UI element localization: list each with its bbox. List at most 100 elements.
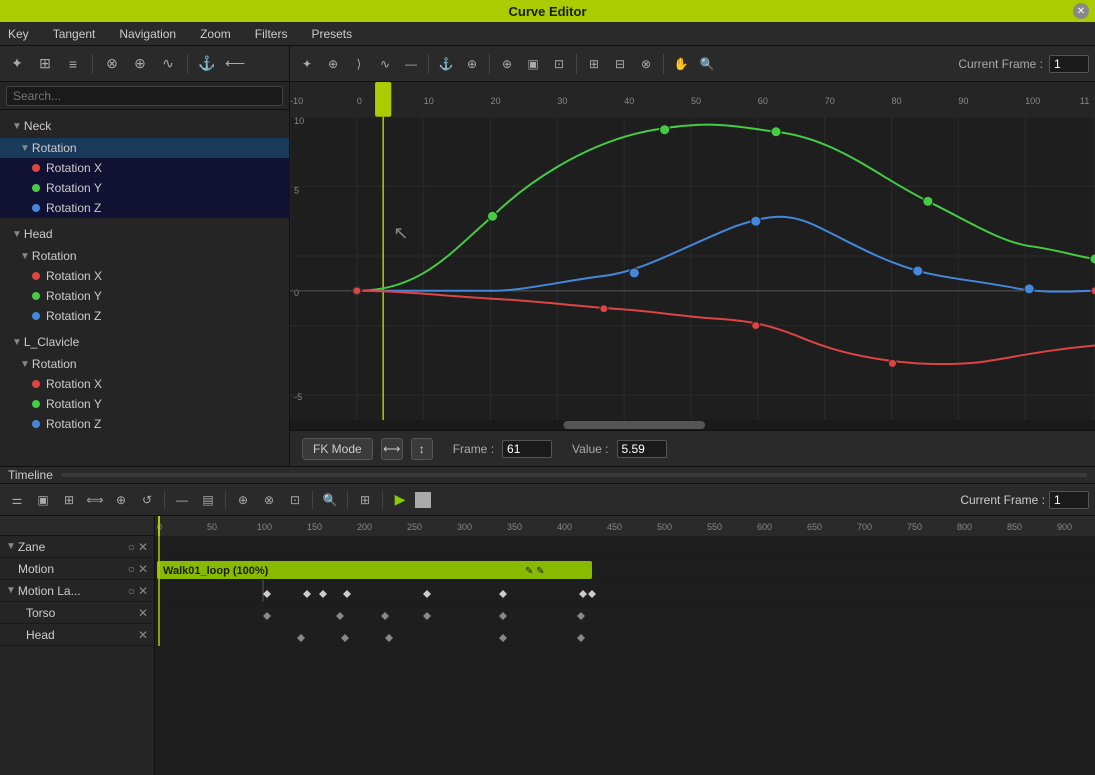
svg-text:500: 500	[657, 522, 672, 532]
tree-row-l-clavicle[interactable]: ▼ L_Clavicle	[0, 332, 289, 352]
tree-row-neck-rot-x[interactable]: Rotation X	[0, 158, 289, 178]
motion-circle-icon[interactable]: ○	[128, 562, 135, 576]
curve-canvas-area[interactable]: -10 0 10 20 30 40 50 60 70 80 90 100 11 …	[290, 82, 1095, 430]
value-input[interactable]	[617, 440, 667, 458]
tree-row-l-clav-rot-z[interactable]: Rotation Z	[0, 414, 289, 434]
track-motion-la: ▼ Motion La... ○ ✕	[0, 580, 154, 602]
fk-mode-button[interactable]: FK Mode	[302, 438, 373, 460]
smooth-tangent-icon[interactable]: ∿	[374, 53, 396, 75]
play-button[interactable]: ▶	[389, 489, 411, 511]
menu-navigation[interactable]: Navigation	[115, 25, 180, 43]
cf-input[interactable]	[1049, 491, 1089, 509]
current-frame-input[interactable]	[1049, 55, 1089, 73]
head-rot-arrow[interactable]: ▼	[20, 251, 30, 262]
stop-button[interactable]	[415, 492, 431, 508]
anchor-icon[interactable]: ⚓	[196, 53, 218, 75]
cs-icon2[interactable]: ↕	[411, 438, 433, 460]
anchor-key-icon[interactable]: ⚓	[435, 53, 457, 75]
motion-la-close-icon[interactable]: ✕	[138, 584, 148, 598]
zane-close-icon[interactable]: ✕	[138, 540, 148, 554]
crosshair-icon[interactable]: ⊕	[496, 53, 518, 75]
tree-row-l-clav-rotation[interactable]: ▼ Rotation	[0, 354, 289, 374]
zane-arrow[interactable]: ▼	[6, 541, 16, 552]
motion-la-arrow[interactable]: ▼	[6, 585, 16, 596]
zoom-fit-icon[interactable]: ⊞	[583, 53, 605, 75]
menu-tangent[interactable]: Tangent	[49, 25, 100, 43]
add-key-icon[interactable]: ⊕	[322, 53, 344, 75]
fit-icon[interactable]: ⊡	[548, 53, 570, 75]
tree-row-head-rot-z[interactable]: Rotation Z	[0, 306, 289, 326]
tree-row-head[interactable]: ▼ Head	[0, 224, 289, 244]
select-tool-icon[interactable]: ✦	[6, 53, 28, 75]
tl-sep5	[382, 491, 383, 509]
tree-row-l-clav-rot-x[interactable]: Rotation X	[0, 374, 289, 394]
tl-motion-icon[interactable]: ▤	[197, 489, 219, 511]
tl-zoom-icon[interactable]: 🔍	[319, 489, 341, 511]
svg-text:50: 50	[691, 96, 701, 106]
tree-row-neck-rotation[interactable]: ▼ Rotation	[0, 138, 289, 158]
tl-export-icon[interactable]: ⊞	[354, 489, 376, 511]
close-button[interactable]: ✕	[1073, 3, 1089, 19]
split-icon[interactable]: ⊕	[129, 53, 151, 75]
tree-row-head-rot-x[interactable]: Rotation X	[0, 266, 289, 286]
tl-add-icon[interactable]: ⊕	[110, 489, 132, 511]
tl-splitclip-icon[interactable]: ⊗	[258, 489, 280, 511]
tree-row-neck-rot-y[interactable]: Rotation Y	[0, 178, 289, 198]
neck-rot-arrow[interactable]: ▼	[20, 143, 30, 154]
tangent-break-icon[interactable]: ⊗	[635, 53, 657, 75]
tree-row-head-rotation[interactable]: ▼ Rotation	[0, 246, 289, 266]
menu-zoom[interactable]: Zoom	[196, 25, 235, 43]
tree-item-l-clav-rotation: ▼ Rotation Rotation X Rotation Y	[0, 352, 289, 436]
tl-rotate-icon[interactable]: ↺	[136, 489, 158, 511]
timeline-toolbar: ⚌ ▣ ⊞ ⟺ ⊕ ↺ — ▤ ⊕ ⊗ ⊡ 🔍 ⊞ ▶ Current Fram…	[0, 484, 1095, 516]
head-arrow[interactable]: ▼	[12, 229, 22, 240]
neck-arrow[interactable]: ▼	[12, 121, 22, 132]
cs-icon1[interactable]: ⟷	[381, 438, 403, 460]
zane-circle-icon[interactable]: ○	[128, 540, 135, 554]
l-clav-arrow[interactable]: ▼	[12, 337, 22, 348]
hand-icon[interactable]: ✋	[670, 53, 692, 75]
tl-link-icon[interactable]: ⟺	[84, 489, 106, 511]
frame-icon[interactable]: ▣	[522, 53, 544, 75]
l-clavicle-label: L_Clavicle	[24, 335, 79, 349]
timeline-resize-handle[interactable]	[61, 473, 1087, 477]
tree-row-l-clav-rot-y[interactable]: Rotation Y	[0, 394, 289, 414]
move-key-icon[interactable]: ✦	[296, 53, 318, 75]
tl-loop-icon[interactable]: ⊡	[284, 489, 306, 511]
svg-text:800: 800	[957, 522, 972, 532]
wave-icon[interactable]: ∿	[157, 53, 179, 75]
zoom-sel-icon[interactable]: ⊟	[609, 53, 631, 75]
sep1	[428, 54, 429, 74]
tl-file-icon[interactable]: ⊞	[58, 489, 80, 511]
l-clav-rot-arrow[interactable]: ▼	[20, 359, 30, 370]
layers-icon[interactable]: ≡	[62, 53, 84, 75]
tl-keys-icon[interactable]: ⚌	[6, 489, 28, 511]
menu-filters[interactable]: Filters	[251, 25, 292, 43]
svg-text:750: 750	[907, 522, 922, 532]
motion-close-icon[interactable]: ✕	[138, 562, 148, 576]
menu-presets[interactable]: Presets	[307, 25, 356, 43]
break-tangent-icon[interactable]: ⟩	[348, 53, 370, 75]
tangent-icon[interactable]: ⟵	[224, 53, 246, 75]
tl-minus-icon[interactable]: —	[171, 489, 193, 511]
tl-addclip-icon[interactable]: ⊕	[232, 489, 254, 511]
filter-icon[interactable]: ⊗	[101, 53, 123, 75]
move-icon[interactable]: ⊕	[461, 53, 483, 75]
tree-row-head-rot-y[interactable]: Rotation Y	[0, 286, 289, 306]
frame-value-input[interactable]	[502, 440, 552, 458]
group-icon[interactable]: ⊞	[34, 53, 56, 75]
motion-la-circle-icon[interactable]: ○	[128, 584, 135, 598]
torso-close-icon[interactable]: ✕	[138, 606, 148, 620]
tl-sep4	[347, 491, 348, 509]
tree-row-neck-rot-z[interactable]: Rotation Z	[0, 198, 289, 218]
tl-frame-icon[interactable]: ▣	[32, 489, 54, 511]
flat-tangent-icon[interactable]: —	[400, 53, 422, 75]
mag-icon[interactable]: 🔍	[696, 53, 718, 75]
menu-key[interactable]: Key	[4, 25, 33, 43]
search-input[interactable]	[6, 86, 283, 106]
ruler-svg: 0 50 100 150 200 250 300 350 400 450 500…	[155, 516, 1095, 536]
svg-text:40: 40	[624, 96, 634, 106]
tree-row-neck[interactable]: ▼ Neck	[0, 116, 289, 136]
l-clav-rot-x-dot	[32, 380, 40, 388]
head-tl-close-icon[interactable]: ✕	[138, 628, 148, 642]
